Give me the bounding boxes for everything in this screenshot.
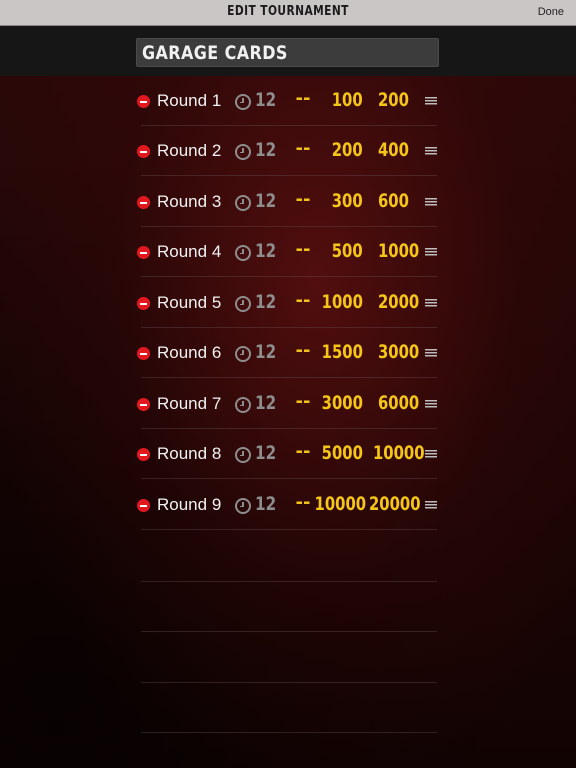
- small-blind[interactable]: 300: [332, 190, 363, 212]
- round-row[interactable]: Round 1 12 -- 100 200: [137, 76, 437, 126]
- round-duration[interactable]: 12: [255, 341, 276, 363]
- big-blind[interactable]: 1000: [378, 240, 419, 262]
- big-blind[interactable]: 2000: [378, 291, 419, 313]
- clock-icon: [235, 195, 251, 211]
- small-blind[interactable]: 200: [332, 139, 363, 161]
- round-duration[interactable]: 12: [255, 442, 276, 464]
- round-row[interactable]: Round 4 12 -- 500 1000: [137, 227, 437, 277]
- clock-icon: [235, 94, 251, 110]
- round-duration[interactable]: 12: [255, 392, 276, 414]
- rounds-list: Round 1 12 -- 100 200 Round 2 12 -- 200 …: [0, 76, 576, 768]
- big-blind[interactable]: 10000: [373, 442, 425, 464]
- reorder-grip-icon[interactable]: [425, 349, 437, 357]
- small-blind[interactable]: 1500: [322, 341, 363, 363]
- reorder-grip-icon[interactable]: [425, 299, 437, 307]
- clock-icon: [235, 447, 251, 463]
- round-duration[interactable]: 12: [255, 190, 276, 212]
- round-label: Round 7: [157, 394, 222, 413]
- small-blind[interactable]: 100: [332, 89, 363, 111]
- round-duration[interactable]: 12: [255, 139, 276, 161]
- round-label: Round 8: [157, 444, 222, 463]
- round-row[interactable]: Round 5 12 -- 1000 2000: [137, 278, 437, 328]
- navigation-bar: EDIT TOURNAMENT Done: [0, 0, 576, 26]
- big-blind[interactable]: 20000: [369, 493, 421, 515]
- round-label: Round 5: [157, 293, 222, 312]
- small-blind[interactable]: 1000: [322, 291, 363, 313]
- round-duration[interactable]: 12: [255, 240, 276, 262]
- row-divider: [141, 175, 437, 176]
- page-title: EDIT TOURNAMENT: [227, 4, 349, 19]
- minus-circle-icon[interactable]: [137, 297, 150, 310]
- round-row[interactable]: Round 7 12 -- 3000 6000: [137, 379, 437, 429]
- minus-circle-icon[interactable]: [137, 95, 150, 108]
- round-ante[interactable]: --: [294, 239, 312, 260]
- minus-circle-icon[interactable]: [137, 246, 150, 259]
- row-divider: [141, 377, 437, 378]
- round-label: Round 4: [157, 242, 222, 261]
- empty-row-divider: [141, 732, 437, 733]
- round-duration[interactable]: 12: [255, 291, 276, 313]
- reorder-grip-icon[interactable]: [425, 147, 437, 155]
- round-row[interactable]: Round 8 12 -- 5000 10000: [137, 429, 437, 479]
- round-row[interactable]: Round 3 12 -- 300 600: [137, 177, 437, 227]
- row-divider: [141, 529, 437, 530]
- empty-row-divider: [141, 581, 437, 582]
- empty-row-divider: [141, 631, 437, 632]
- row-divider: [141, 478, 437, 479]
- clock-icon: [235, 346, 251, 362]
- tournament-name-field[interactable]: GARAGE CARDS: [136, 38, 439, 67]
- round-row[interactable]: Round 2 12 -- 200 400: [137, 126, 437, 176]
- minus-circle-icon[interactable]: [137, 448, 150, 461]
- minus-circle-icon[interactable]: [137, 145, 150, 158]
- round-ante[interactable]: --: [294, 138, 312, 159]
- round-label: Round 9: [157, 495, 222, 514]
- big-blind[interactable]: 200: [378, 89, 409, 111]
- reorder-grip-icon[interactable]: [425, 248, 437, 256]
- clock-icon: [235, 296, 251, 312]
- big-blind[interactable]: 6000: [378, 392, 419, 414]
- tournament-name-text: GARAGE CARDS: [142, 42, 288, 64]
- small-blind[interactable]: 10000: [314, 493, 366, 515]
- minus-circle-icon[interactable]: [137, 196, 150, 209]
- reorder-grip-icon[interactable]: [425, 501, 437, 509]
- empty-row-divider: [141, 682, 437, 683]
- round-label: Round 6: [157, 343, 222, 362]
- round-label: Round 1: [157, 91, 222, 110]
- big-blind[interactable]: 400: [378, 139, 409, 161]
- round-label: Round 2: [157, 141, 222, 160]
- round-ante[interactable]: --: [294, 290, 312, 311]
- small-blind[interactable]: 5000: [322, 442, 363, 464]
- reorder-grip-icon[interactable]: [425, 97, 437, 105]
- tournament-name-section: GARAGE CARDS: [0, 26, 576, 76]
- reorder-grip-icon[interactable]: [425, 198, 437, 206]
- big-blind[interactable]: 600: [378, 190, 409, 212]
- round-ante[interactable]: --: [294, 88, 312, 109]
- clock-icon: [235, 397, 251, 413]
- round-duration[interactable]: 12: [255, 89, 276, 111]
- minus-circle-icon[interactable]: [137, 398, 150, 411]
- minus-circle-icon[interactable]: [137, 499, 150, 512]
- row-divider: [141, 276, 437, 277]
- clock-icon: [235, 245, 251, 261]
- minus-circle-icon[interactable]: [137, 347, 150, 360]
- round-ante[interactable]: --: [294, 340, 312, 361]
- done-button[interactable]: Done: [538, 6, 564, 18]
- round-row[interactable]: Round 9 12 -- 10000 20000: [137, 480, 437, 530]
- small-blind[interactable]: 500: [332, 240, 363, 262]
- round-ante[interactable]: --: [294, 189, 312, 210]
- clock-icon: [235, 144, 251, 160]
- round-ante[interactable]: --: [294, 492, 312, 513]
- round-duration[interactable]: 12: [255, 493, 276, 515]
- clock-icon: [235, 498, 251, 514]
- round-ante[interactable]: --: [294, 441, 312, 462]
- round-label: Round 3: [157, 192, 222, 211]
- reorder-grip-icon[interactable]: [425, 400, 437, 408]
- big-blind[interactable]: 3000: [378, 341, 419, 363]
- round-row[interactable]: Round 6 12 -- 1500 3000: [137, 328, 437, 378]
- reorder-grip-icon[interactable]: [425, 450, 437, 458]
- small-blind[interactable]: 3000: [322, 392, 363, 414]
- round-ante[interactable]: --: [294, 391, 312, 412]
